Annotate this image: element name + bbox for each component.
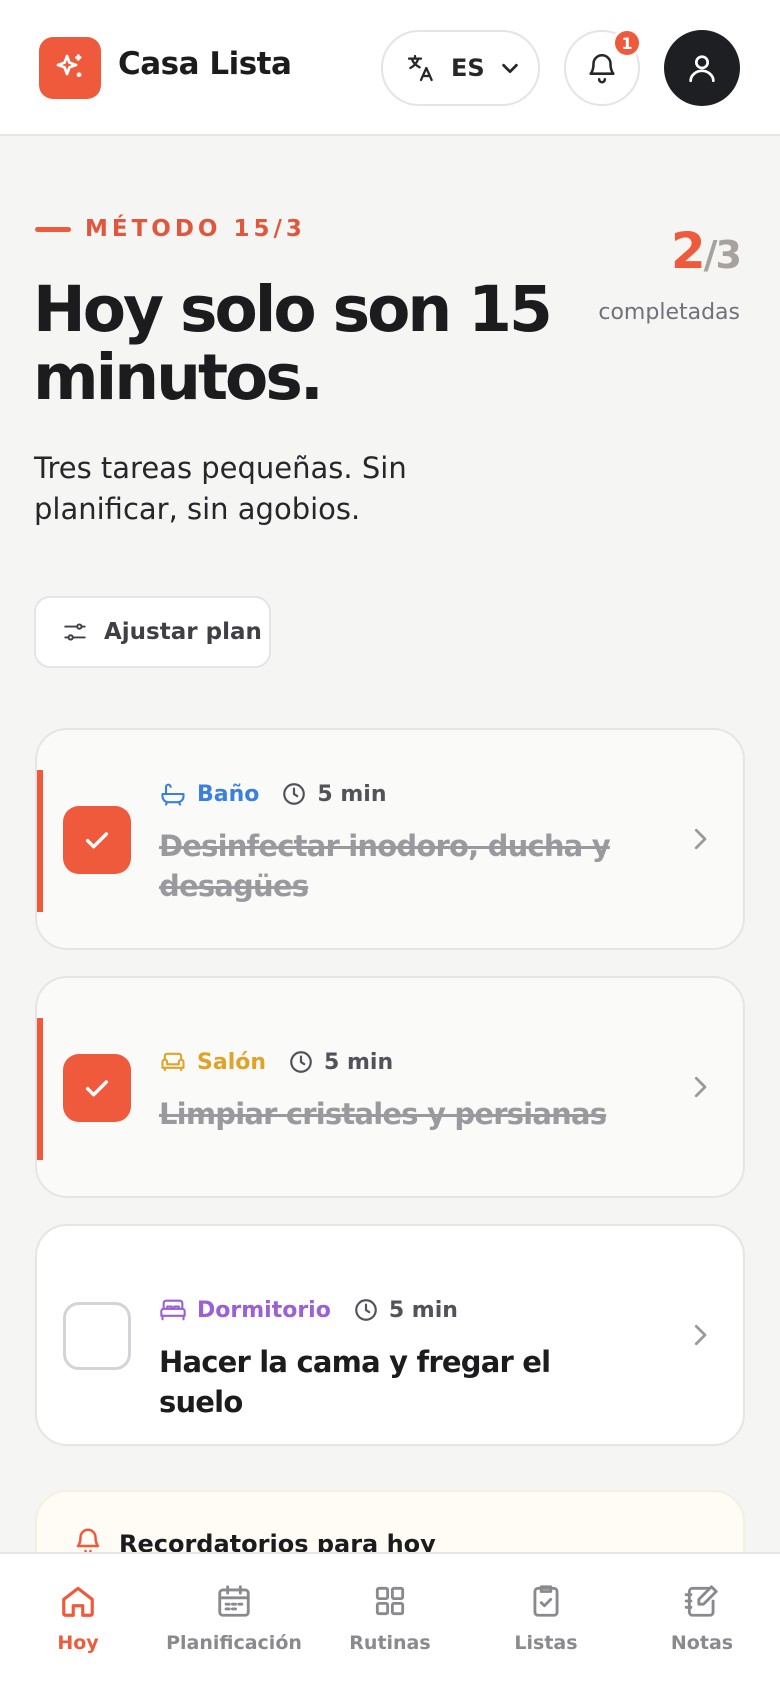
task-category: Salón — [197, 1049, 267, 1075]
task-category: Baño — [197, 781, 260, 807]
chevron-down-icon — [501, 63, 518, 74]
check-icon — [85, 832, 109, 849]
calendar-icon — [218, 1585, 250, 1617]
note-edit-icon — [684, 1585, 718, 1617]
sofa-icon — [161, 1052, 185, 1072]
progress-counter: 2/3 — [670, 222, 742, 280]
language-code: ES — [451, 54, 485, 82]
sliders-icon — [64, 623, 86, 641]
task-title: Desinfectar inodoro, ducha y desagües — [159, 829, 611, 903]
task-card[interactable]: Salón 5 min Limpiar cristales y persiana… — [35, 976, 745, 1198]
user-avatar-button[interactable] — [664, 30, 740, 106]
adjust-plan-button[interactable]: Ajustar plan — [34, 596, 271, 668]
translate-icon — [407, 54, 433, 82]
page-title: Hoy solo son 15 minutos. — [33, 273, 553, 414]
clipboard-check-icon — [533, 1585, 559, 1617]
nav-label: Notas — [670, 1632, 734, 1654]
chevron-right-icon — [694, 1076, 707, 1098]
language-selector[interactable]: ES — [381, 30, 540, 106]
task-duration: 5 min — [324, 1049, 394, 1075]
nav-item-notas[interactable]: Notas — [624, 1582, 780, 1688]
task-meta: Salón 5 min — [159, 1048, 393, 1076]
bathtub-icon — [161, 783, 185, 806]
check-icon — [85, 1080, 109, 1097]
task-duration: 5 min — [388, 1297, 458, 1323]
task-checkbox[interactable] — [63, 1054, 131, 1122]
bell-icon — [589, 54, 615, 84]
nav-label: Listas — [514, 1632, 578, 1654]
task-meta: Baño 5 min — [159, 780, 386, 808]
chevron-right-icon — [694, 1324, 707, 1346]
clock-icon — [354, 1299, 377, 1321]
nav-label: Planificación — [166, 1632, 302, 1654]
app-title: Casa Lista — [118, 46, 292, 82]
user-icon — [689, 55, 715, 83]
chevron-right-icon — [694, 828, 707, 850]
nav-item-hoy[interactable]: Hoy — [0, 1582, 156, 1688]
nav-item-planificacion[interactable]: Planificación — [156, 1582, 312, 1688]
eyebrow: MÉTODO 15/3 — [35, 216, 306, 242]
task-card[interactable]: Baño 5 min Desinfectar inodoro, ducha y … — [35, 728, 745, 950]
clock-icon — [283, 783, 306, 805]
bottom-nav: Hoy Planificación Rutinas Listas Notas — [0, 1552, 780, 1688]
completed-label: completadas — [598, 300, 740, 325]
clock-icon — [290, 1051, 312, 1073]
task-duration: 5 min — [317, 781, 387, 807]
adjust-plan-label: Ajustar plan — [104, 619, 262, 645]
page-subtitle: Tres tareas pequeñas. Sin planificar, si… — [34, 451, 407, 526]
app-header: Casa Lista ES 1 — [0, 0, 780, 136]
task-meta: Dormitorio 5 min — [159, 1296, 458, 1324]
task-checkbox[interactable] — [63, 1302, 131, 1370]
eyebrow-line — [35, 226, 71, 232]
sparkles-icon[interactable] — [39, 37, 101, 99]
notification-badge: 1 — [612, 28, 642, 58]
bed-icon — [160, 1299, 186, 1321]
task-accent-bar — [37, 770, 43, 912]
task-card[interactable]: Dormitorio 5 min Hacer la cama y fregar … — [35, 1224, 745, 1446]
task-checkbox[interactable] — [63, 806, 131, 874]
task-accent-bar — [37, 1018, 43, 1160]
nav-label: Rutinas — [349, 1632, 431, 1654]
nav-item-listas[interactable]: Listas — [468, 1582, 624, 1688]
task-title: Hacer la cama y fregar el suelo — [159, 1345, 551, 1419]
grid-icon — [375, 1586, 405, 1616]
nav-label: Hoy — [57, 1632, 99, 1654]
eyebrow-text: MÉTODO 15/3 — [85, 216, 306, 242]
nav-item-rutinas[interactable]: Rutinas — [312, 1582, 468, 1688]
task-category: Dormitorio — [197, 1297, 331, 1323]
total-count: /3 — [703, 233, 742, 277]
task-title: Limpiar cristales y persianas — [159, 1097, 607, 1131]
completed-count: 2 — [670, 222, 706, 280]
home-icon — [62, 1586, 94, 1617]
